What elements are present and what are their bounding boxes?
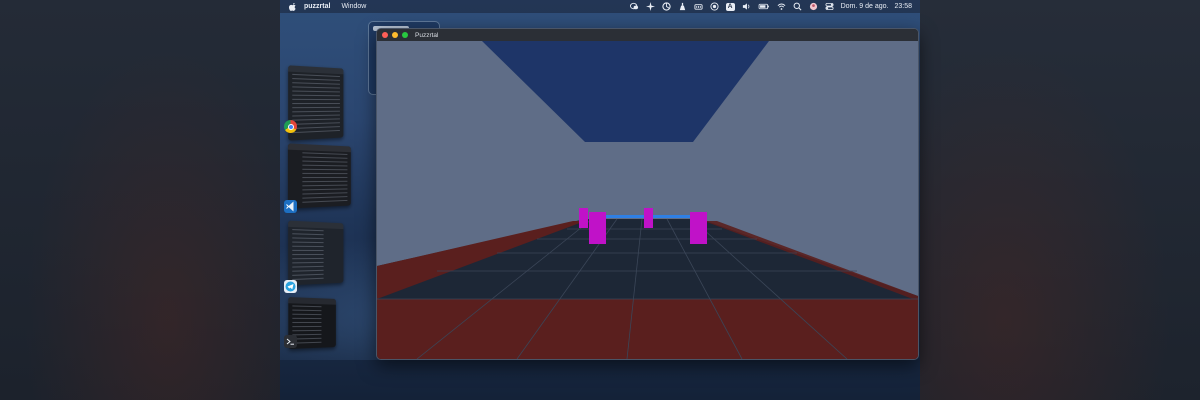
chrome-icon[interactable] [284,120,297,133]
control-center-icon[interactable] [825,2,834,11]
pillar-3 [644,208,653,228]
game-viewport[interactable] [377,41,918,359]
terminal-icon[interactable] [284,335,297,348]
chrome-window-thumbnail[interactable] [288,65,344,141]
telegram-icon[interactable] [284,280,297,293]
blurred-wallpaper-right [920,0,1200,400]
search-icon[interactable] [793,2,802,11]
menubar-time[interactable]: 23:58 [894,3,912,10]
window-titlebar[interactable]: Puzzrtal [377,29,918,41]
menu-window[interactable]: Window [341,3,366,10]
blurred-wallpaper-left [0,0,280,400]
pillar-1 [579,208,588,228]
game-window[interactable]: Puzzrtal [376,28,919,360]
vscode-window-thumbnail[interactable] [287,143,351,209]
floor-red-front-top [377,299,918,311]
user-avatar-icon[interactable] [809,2,818,11]
sparkle-icon[interactable] [645,2,655,11]
app-menu-name[interactable]: puzzrtal [304,3,330,10]
weight-icon[interactable] [678,2,687,11]
apple-icon[interactable] [289,2,297,11]
input-source-icon[interactable]: A [725,2,735,11]
telegram-window-thumbnail[interactable] [288,220,344,286]
menu-bar: puzzrtal Window A Dom. 9 de ago. 23:58 [280,0,920,13]
circle-icon[interactable] [661,2,671,11]
pillar-2 [589,212,606,244]
status-tray: A Dom. 9 de ago. 23:58 [629,0,920,13]
wechat-icon[interactable] [629,2,639,11]
battery-icon[interactable] [758,2,770,11]
wifi-icon[interactable] [777,2,786,11]
window-title: Puzzrtal [415,31,439,39]
zoom-button[interactable] [402,32,408,38]
close-button[interactable] [382,32,388,38]
drive-icon[interactable] [694,2,703,11]
vscode-icon[interactable] [284,200,297,213]
menubar-date[interactable]: Dom. 9 de ago. [841,3,889,10]
volume-icon[interactable] [742,2,751,11]
minimize-button[interactable] [392,32,398,38]
record-icon[interactable] [710,2,719,11]
pillar-4 [690,212,707,244]
